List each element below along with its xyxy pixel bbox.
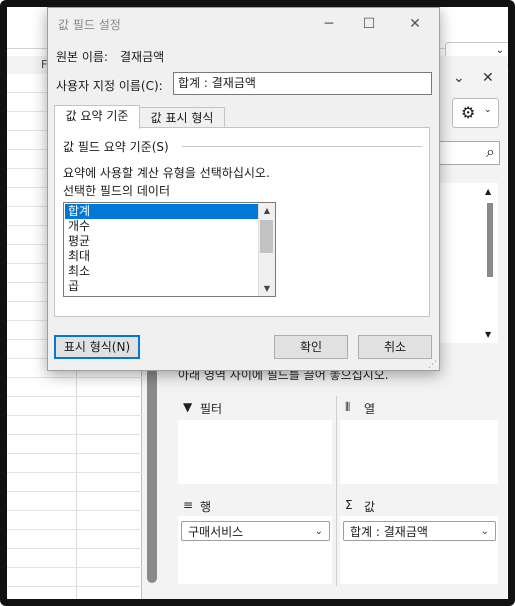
section-separator [182,146,422,147]
button-label: 취소 [383,340,407,354]
close-icon[interactable]: ✕ [482,70,494,86]
tab-panel: 값 필드 요약 기준(S) 요약에 사용할 계산 유형을 선택하십시오. 선택한… [54,127,430,317]
column-zone[interactable] [340,420,498,484]
row-field-value: 구매서비스 [188,525,244,539]
grid-row-line [7,396,142,397]
dialog-title: 값 필드 설정 [58,18,121,32]
sigma-icon: Σ [345,498,353,512]
button-label: 표시 형식(N) [63,340,131,354]
custom-name-label: 사용자 지정 이름(C): [56,79,163,93]
minimize-icon[interactable]: ─ [314,14,344,34]
scroll-up-icon[interactable]: ▲ [485,187,491,196]
source-name-label: 원본 이름: [56,50,109,64]
custom-name-value: 합계 : 결재금액 [178,76,256,90]
gear-icon: ⚙ [461,103,476,122]
chevron-down-icon: ⌄ [484,105,492,115]
summary-function-list[interactable]: 합계 개수 평균 최대 최소 곱 ▲ ▼ [63,202,276,297]
tab-label: 값 표시 형식 [150,111,214,125]
grid-row-line [7,491,142,492]
value-field-settings-dialog: 값 필드 설정 ─ ☐ ✕ 원본 이름: 결재금액 사용자 지정 이름(C): … [47,7,440,371]
filter-zone-label: 필터 [200,402,223,416]
list-item[interactable]: 개수 [65,219,259,234]
list-item[interactable]: 최소 [65,264,259,279]
settings-button[interactable]: ⚙ ⌄ [452,98,499,128]
field-list[interactable]: ▲ ▼ [436,183,498,343]
list-item[interactable]: 최대 [65,249,259,264]
cancel-button[interactable]: 취소 [358,335,432,359]
pane-scrollbar[interactable] [147,368,157,583]
grid-row-line [7,548,142,549]
instruction-text: 요약에 사용할 계산 유형을 선택하십시오. [63,166,270,180]
ok-button[interactable]: 확인 [274,335,348,359]
list-item[interactable]: 평균 [65,234,259,249]
number-format-button[interactable]: 표시 형식(N) [54,335,140,359]
chevron-down-icon: ⌄ [314,526,323,537]
row-field-dropdown[interactable]: 구매서비스 ⌄ [181,521,330,541]
zone-divider [336,396,337,586]
scroll-up-icon[interactable]: ▲ [259,203,275,218]
list-scrollbar[interactable]: ▲ ▼ [258,203,275,296]
grid-row-line [7,377,142,378]
source-name-value: 결재금액 [120,50,165,64]
chevron-left-icon[interactable]: ⌄ [453,70,465,86]
grid-row-line [7,567,142,568]
scroll-thumb[interactable] [260,220,273,253]
column-zone-label: 열 [364,402,376,416]
row-zone-label: 행 [200,500,212,514]
grid-row-line [7,510,142,511]
grid-row-line [7,529,142,530]
scroll-down-icon[interactable]: ▼ [259,281,275,296]
grid-row-line [7,434,142,435]
tab-show-values-as[interactable]: 값 표시 형식 [139,107,225,129]
grid-row-line [7,453,142,454]
scroll-down-icon[interactable]: ▼ [485,330,491,339]
summarize-section-label: 값 필드 요약 기준(S) [63,140,169,154]
grid-row-line [7,472,142,473]
resize-grip-icon[interactable]: ⋰ [428,360,437,370]
button-label: 확인 [299,340,323,354]
values-field-value: 합계 : 결재금액 [350,525,428,539]
grid-row-line [7,586,142,587]
values-field-dropdown[interactable]: 합계 : 결재금액 ⌄ [343,521,496,541]
filter-zone[interactable] [178,420,332,484]
grid-row-line [7,415,142,416]
custom-name-input[interactable]: 합계 : 결재금액 [173,72,432,95]
data-label: 선택한 필드의 데이터 [63,184,170,198]
field-list-scrollbar[interactable]: ▲ ▼ [485,187,495,339]
list-item[interactable]: 곱 [65,279,259,294]
tab-summarize-by[interactable]: 값 요약 기준 [54,105,140,129]
chevron-down-icon: ⌄ [480,526,489,537]
tab-label: 값 요약 기준 [65,109,129,123]
row-icon: ≡ [183,498,194,512]
scroll-thumb[interactable] [487,203,493,277]
filter-icon: ▼ [183,400,193,414]
close-icon[interactable]: ✕ [400,14,430,34]
column-icon: ⦀ [345,400,351,414]
chevron-down-icon: ⌄ [495,45,504,56]
values-zone-label: 값 [364,500,376,514]
dialog-titlebar[interactable]: 값 필드 설정 ─ ☐ ✕ [48,8,439,40]
search-icon: ⌕ [486,142,495,161]
search-input[interactable]: ⌕ [436,141,500,165]
maximize-icon[interactable]: ☐ [354,14,384,34]
list-item[interactable]: 합계 [65,204,259,219]
